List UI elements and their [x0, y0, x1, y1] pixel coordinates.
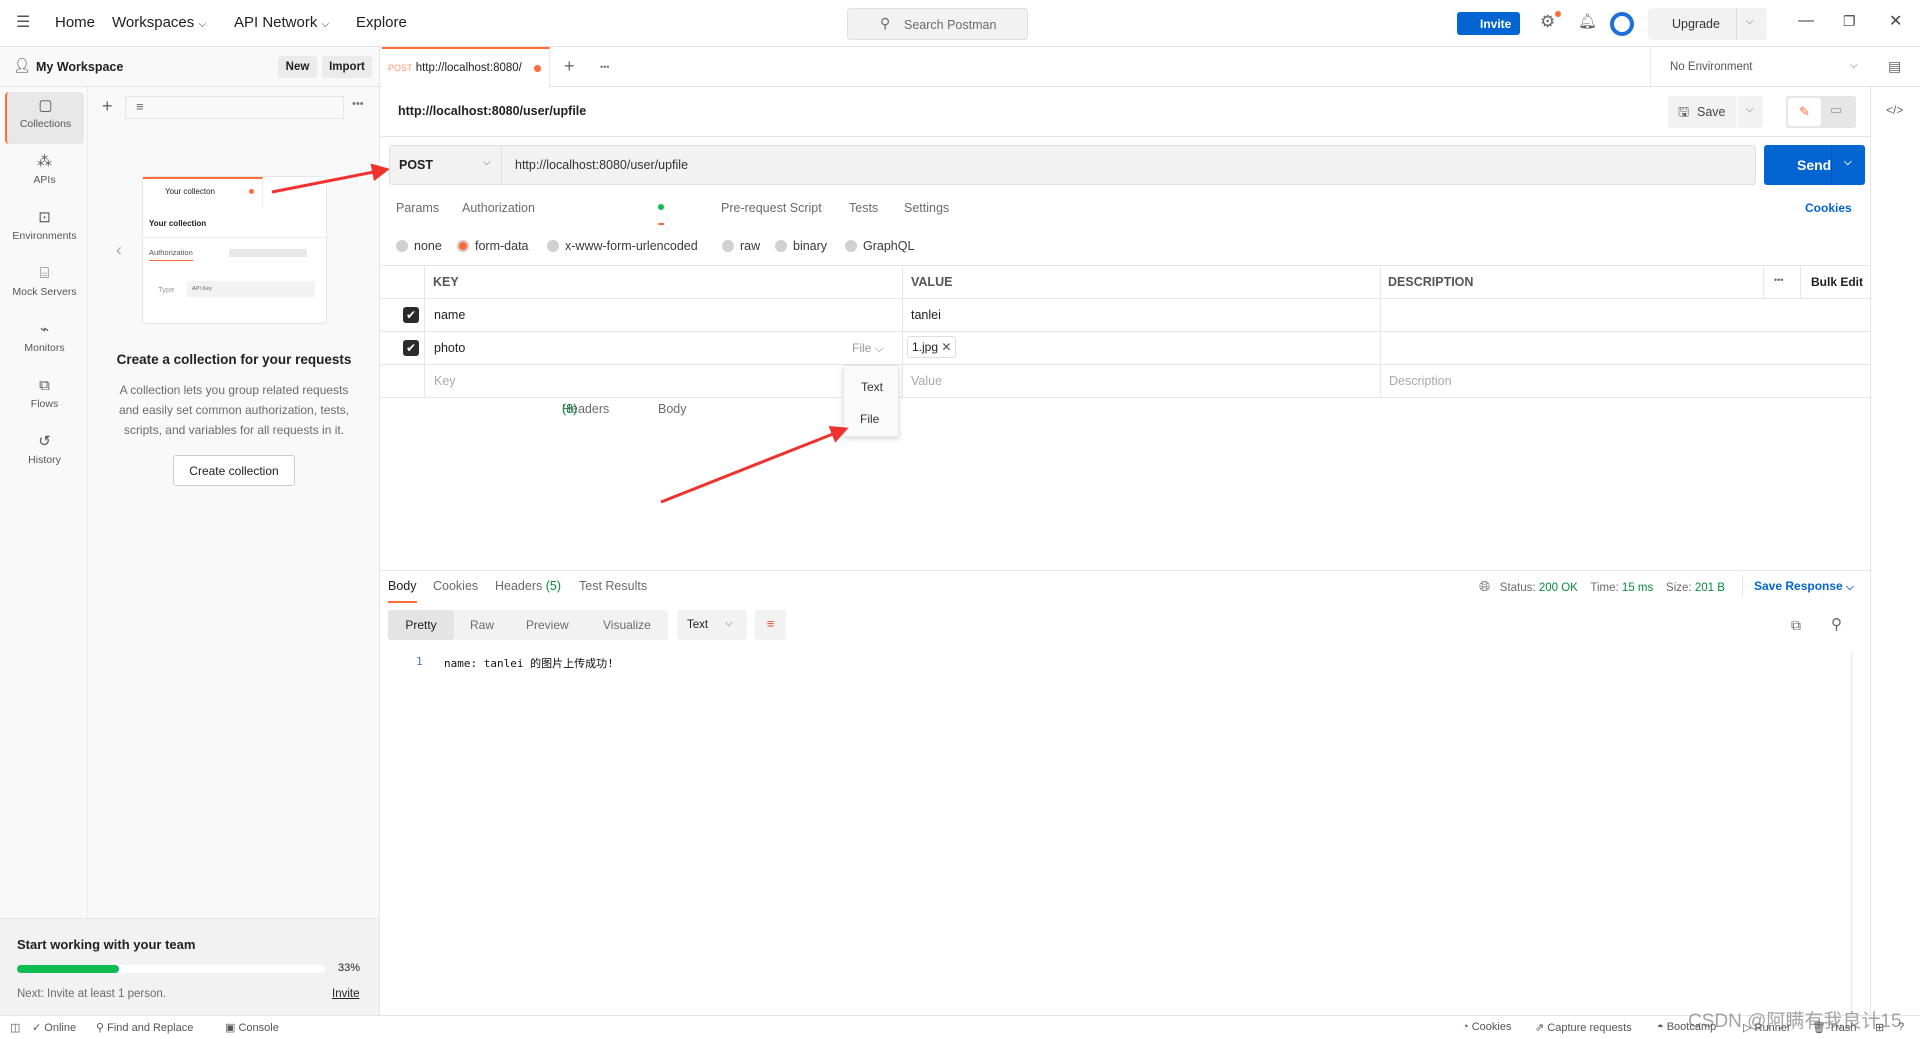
arrow-to-file-option	[660, 426, 849, 504]
annotation-arrows	[271, 163, 849, 504]
arrow-to-method	[271, 163, 390, 194]
